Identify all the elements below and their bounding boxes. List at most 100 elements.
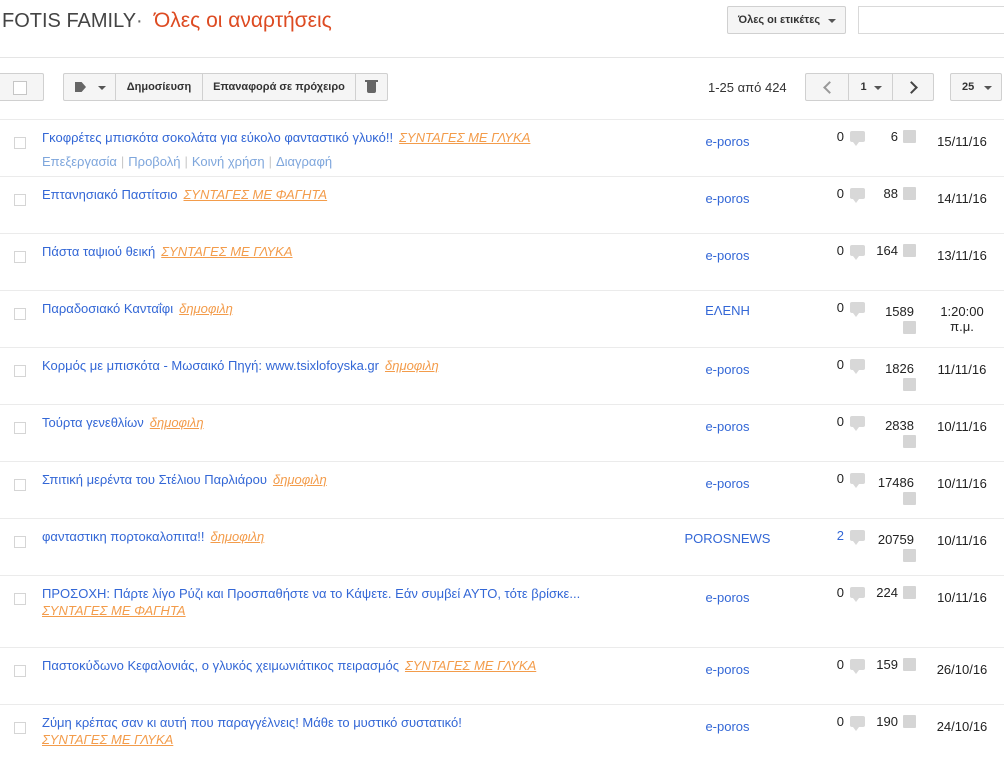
post-date: 24/10/16 [936,719,988,734]
post-label[interactable]: δημοφιλη [273,472,327,487]
table-row[interactable]: φανταστικη πορτοκαλοπιτα!! δημοφιλη POROS… [0,519,1004,576]
post-author[interactable]: e-poros [650,419,805,434]
stats-icon [903,549,916,562]
comment-count: 0 [836,357,844,372]
comment-count: 0 [836,414,844,429]
post-title[interactable]: Κορμός με μπισκότα - Μωσαικό Πηγή: www.t… [42,358,379,373]
view-count: 224 [876,585,898,600]
post-date: 26/10/16 [936,662,988,677]
post-author[interactable]: e-poros [650,662,805,677]
view-count: 17486 [877,475,914,490]
view-count: 6 [890,129,898,144]
label-dropdown-button[interactable] [63,73,116,101]
view-count: 20759 [877,532,914,547]
post-date: 10/11/16 [937,533,987,548]
row-checkbox[interactable] [14,422,26,434]
table-row[interactable]: Πάστα ταψιού θεική ΣΥΝΤΑΓΕΣ ΜΕ ΓΛΥΚΑ e-po… [0,234,1004,291]
table-row[interactable]: Τούρτα γενεθλίων δημοφιλη e-poros 0 2838 … [0,405,1004,462]
row-checkbox[interactable] [14,479,26,491]
table-row[interactable]: Επτανησιακό Παστίτσιο ΣΥΝΤΑΓΕΣ ΜΕ ΦΑΓΗΤΑ … [0,177,1004,234]
row-checkbox[interactable] [14,593,26,605]
table-row[interactable]: ΠΡΟΣΟΧΗ: Πάρτε λίγο Ρύζι και Προσπαθήστε… [0,576,1004,648]
delete-button[interactable] [355,73,388,101]
post-label[interactable]: ΣΥΝΤΑΓΕΣ ΜΕ ΓΛΥΚΑ [161,244,292,259]
table-row[interactable]: Σπιτική μερέντα του Στέλιου Παρλιάρου δημ… [0,462,1004,519]
post-label[interactable]: δημοφιλη [150,415,204,430]
comment-count: 0 [836,714,844,729]
next-page-button[interactable] [892,73,934,101]
table-row[interactable]: Κορμός με μπισκότα - Μωσαικό Πηγή: www.t… [0,348,1004,405]
post-title[interactable]: Επτανησιακό Παστίτσιο [42,187,178,202]
post-author[interactable]: e-poros [650,590,805,605]
post-label[interactable]: ΣΥΝΤΑΓΕΣ ΜΕ ΦΑΓΗΤΑ [42,603,186,618]
post-title[interactable]: ΠΡΟΣΟΧΗ: Πάρτε λίγο Ρύζι και Προσπαθήστε… [42,586,580,601]
post-label[interactable]: δημοφιλη [179,301,233,316]
view-link[interactable]: Προβολή [128,154,180,169]
post-author[interactable]: ΕΛΕΝΗ [650,303,805,318]
comment-count: 0 [836,585,844,600]
row-checkbox[interactable] [14,251,26,263]
post-author[interactable]: e-poros [650,719,805,734]
view-count: 159 [876,657,898,672]
post-author[interactable]: e-poros [650,248,805,263]
post-label[interactable]: δημοφιλη [210,529,264,544]
post-date: 1:20:00 π.μ. [940,304,984,334]
post-title[interactable]: Παραδοσιακό Κανταΐφι [42,301,173,316]
select-all-checkbox[interactable] [0,73,44,101]
edit-link[interactable]: Επεξεργασία [42,154,117,169]
page-select[interactable]: 1 [848,73,893,101]
previous-page-button[interactable] [805,73,849,101]
view-count: 88 [883,186,898,201]
search-input[interactable] [858,6,1004,34]
labels-filter-dropdown[interactable]: Όλες οι ετικέτες [727,6,846,34]
post-title[interactable]: Πάστα ταψιού θεική [42,244,155,259]
page-title: Όλες οι αναρτήσεις [154,9,332,32]
row-checkbox[interactable] [14,308,26,320]
table-row[interactable]: Ζύμη κρέπας σαν κι αυτή που παραγγέλνεις… [0,705,1004,764]
post-title[interactable]: Ζύμη κρέπας σαν κι αυτή που παραγγέλνεις… [42,715,462,730]
table-row[interactable]: Παστοκύδωνο Κεφαλονιάς, ο γλυκός χειμωνι… [0,648,1004,705]
row-checkbox[interactable] [14,536,26,548]
view-count: 190 [876,714,898,729]
post-title[interactable]: Γκοφρέτες μπισκότα σοκολάτα για εύκολο φ… [42,130,393,145]
post-label[interactable]: ΣΥΝΤΑΓΕΣ ΜΕ ΓΛΥΚΑ [405,658,536,673]
post-author[interactable]: e-poros [650,134,805,149]
post-title[interactable]: φανταστικη πορτοκαλοπιτα!! [42,529,204,544]
chevron-right-icon [905,81,918,94]
view-count: 164 [876,243,898,258]
blog-title[interactable]: FOTIS FAMILY [2,10,136,33]
row-checkbox[interactable] [14,665,26,677]
post-author[interactable]: POROSNEWS [650,531,805,546]
stats-icon [903,378,916,391]
post-date: 11/11/16 [937,362,987,377]
trash-icon-body [367,82,376,93]
post-author[interactable]: e-poros [650,476,805,491]
row-checkbox[interactable] [14,365,26,377]
table-row[interactable]: Γκοφρέτες μπισκότα σοκολάτα για εύκολο φ… [0,120,1004,177]
share-link[interactable]: Κοινή χρήση [192,154,265,169]
post-label[interactable]: ΣΥΝΤΑΓΕΣ ΜΕ ΓΛΥΚΑ [42,732,173,747]
post-label[interactable]: ΣΥΝΤΑΓΕΣ ΜΕ ΦΑΓΗΤΑ [184,187,328,202]
delete-link[interactable]: Διαγραφή [276,154,332,169]
publish-button[interactable]: Δημοσίευση [115,73,203,101]
row-checkbox[interactable] [14,137,26,149]
comment-count: 0 [836,300,844,315]
row-checkbox[interactable] [14,722,26,734]
chevron-down-icon [874,86,882,90]
post-label[interactable]: δημοφιλη [385,358,439,373]
per-page-select[interactable]: 25 [950,73,1002,101]
post-author[interactable]: e-poros [650,191,805,206]
toolbar: Δημοσίευση Επαναφορά σε πρόχειρο 1-25 απ… [0,57,1004,120]
comment-count: 0 [836,186,844,201]
post-label[interactable]: ΣΥΝΤΑΓΕΣ ΜΕ ΓΛΥΚΑ [399,130,530,145]
post-author[interactable]: e-poros [650,362,805,377]
comment-count[interactable]: 2 [824,528,844,543]
post-title[interactable]: Τούρτα γενεθλίων [42,415,144,430]
revert-to-draft-button[interactable]: Επαναφορά σε πρόχειρο [202,73,356,101]
chevron-down-icon [984,86,992,90]
table-row[interactable]: Παραδοσιακό Κανταΐφι δημοφιλη ΕΛΕΝΗ 0 158… [0,291,1004,348]
stats-icon [903,492,916,505]
post-title[interactable]: Παστοκύδωνο Κεφαλονιάς, ο γλυκός χειμωνι… [42,658,399,673]
post-title[interactable]: Σπιτική μερέντα του Στέλιου Παρλιάρου [42,472,267,487]
row-checkbox[interactable] [14,194,26,206]
